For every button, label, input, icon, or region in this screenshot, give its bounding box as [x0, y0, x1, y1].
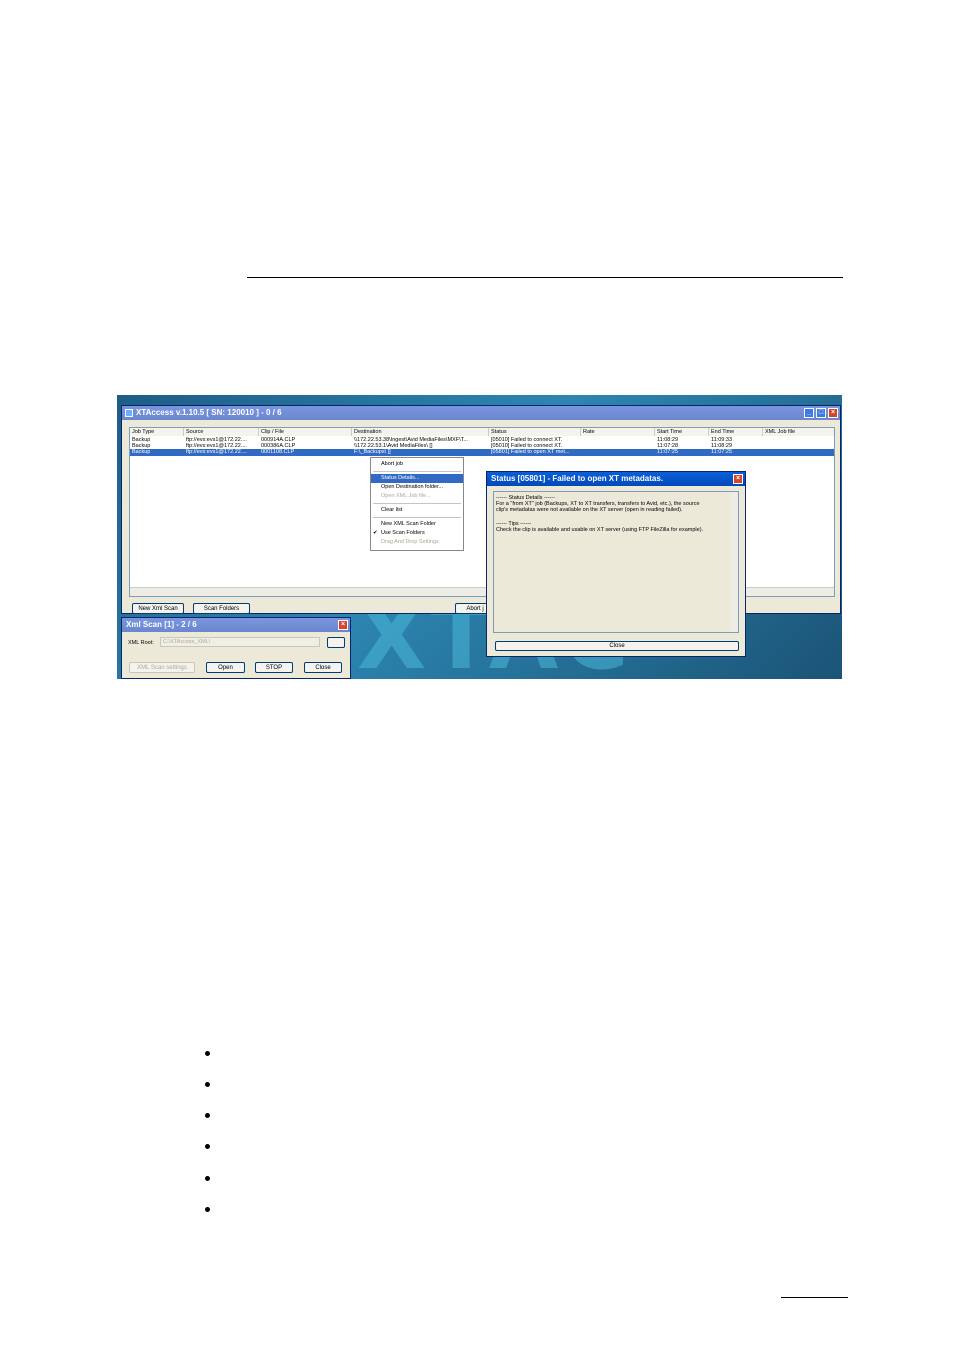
- maximize-icon[interactable]: □: [816, 408, 826, 418]
- menu-status-details[interactable]: Status Details...: [371, 474, 463, 483]
- row3-clip: 0001108.CLP: [261, 449, 295, 455]
- open-button[interactable]: Open: [206, 662, 245, 673]
- menu-open-destination[interactable]: Open Destination folder...: [371, 483, 463, 492]
- status-dialog-title: Status [05801] - Failed to open XT metad…: [491, 474, 664, 483]
- close-icon[interactable]: ×: [338, 620, 348, 630]
- status-close-button[interactable]: Close: [495, 641, 739, 651]
- col-clip[interactable]: Clip / File: [259, 428, 352, 436]
- status-line-3: clip's metadatas were not available on t…: [496, 507, 683, 513]
- bullet-1: [205, 1051, 210, 1056]
- xml-root-value: C:\XTAccess_XML\: [163, 639, 211, 645]
- col-status[interactable]: Status: [489, 428, 581, 436]
- menu-use-scan-folders[interactable]: ✔ Use Scan Folders: [371, 529, 463, 538]
- scan-folders-button[interactable]: Scan Folders: [193, 603, 250, 614]
- row3-end: 11:07:25: [711, 449, 733, 455]
- row3-source: ftp://evs:evs1@172.22....: [186, 449, 247, 455]
- bullet-3: [205, 1113, 210, 1118]
- screenshot: XTAC XTAccess v.1.10.5 [ SN: 120010 ] - …: [117, 395, 842, 679]
- new-xml-scan-button[interactable]: New Xml Scan: [132, 603, 184, 614]
- col-rate[interactable]: Rate: [581, 428, 655, 436]
- xml-root-label: XML Root:: [128, 640, 154, 646]
- status-line-5: Check the clip is available and usable o…: [496, 527, 704, 533]
- header-rule: [247, 277, 843, 278]
- col-destination[interactable]: Destination: [352, 428, 489, 436]
- stop-button[interactable]: STOP: [255, 662, 293, 673]
- xml-scan-close-button[interactable]: Close: [304, 662, 342, 673]
- menu-new-xml-scan-folder[interactable]: New XML Scan Folder: [371, 520, 463, 529]
- bullet-5: [205, 1176, 210, 1181]
- menu-open-xml-job[interactable]: Open XML Job file...: [371, 492, 463, 501]
- window-title: XTAccess v.1.10.5 [ SN: 120010 ] - 0 / 6: [136, 408, 282, 417]
- menu-clear-list[interactable]: Clear list: [371, 506, 463, 515]
- menu-drag-drop-settings[interactable]: Drag And Drop Settings: [371, 538, 463, 547]
- bullet-6: [205, 1207, 210, 1212]
- minimize-icon[interactable]: _: [804, 408, 814, 418]
- menu-separator: [373, 503, 461, 504]
- close-icon[interactable]: ×: [733, 474, 743, 484]
- bullet-4: [205, 1144, 210, 1149]
- status-dialog: Status [05801] - Failed to open XT metad…: [486, 471, 746, 657]
- close-icon[interactable]: ×: [828, 408, 838, 418]
- app-icon: [125, 409, 133, 417]
- check-icon: ✔: [373, 530, 378, 536]
- browse-button[interactable]: [327, 637, 345, 648]
- xml-scan-titlebar[interactable]: Xml Scan [1] - 2 / 6 ×: [122, 618, 350, 632]
- row3-type[interactable]: Backup: [132, 449, 150, 455]
- col-start-time[interactable]: Start Time: [655, 428, 709, 436]
- vertical-scrollbar[interactable]: [731, 492, 738, 632]
- xml-scan-title: Xml Scan [1] - 2 / 6: [126, 620, 197, 629]
- xml-scan-window: Xml Scan [1] - 2 / 6 × XML Root: C:\XTAc…: [121, 617, 351, 679]
- xml-scan-settings-button[interactable]: XML Scan settings: [129, 662, 195, 673]
- row3-start: 11:07:25: [657, 449, 679, 455]
- col-xml-job-file[interactable]: XML Job file: [763, 428, 834, 436]
- xml-root-field[interactable]: C:\XTAccess_XML\: [160, 637, 320, 647]
- bullet-2: [205, 1082, 210, 1087]
- status-dialog-titlebar[interactable]: Status [05801] - Failed to open XT metad…: [487, 472, 745, 486]
- col-job-type[interactable]: Job Type: [130, 428, 184, 436]
- menu-separator: [373, 517, 461, 518]
- col-end-time[interactable]: End Time: [709, 428, 763, 436]
- menu-abort-job[interactable]: Abort job: [371, 460, 463, 469]
- status-details-text[interactable]: ------ Status Details ------ For a "from…: [493, 491, 739, 633]
- context-menu: Abort job Status Details... Open Destina…: [370, 457, 464, 551]
- footer-rule: [781, 1297, 848, 1298]
- menu-use-scan-folders-label: Use Scan Folders: [381, 530, 425, 536]
- row3-destination: F:\_Backups\ []: [354, 449, 391, 455]
- menu-separator: [373, 471, 461, 472]
- row3-status: [05801] Failed to open XT met...: [491, 449, 570, 455]
- col-source[interactable]: Source: [184, 428, 259, 436]
- xtaccess-titlebar[interactable]: XTAccess v.1.10.5 [ SN: 120010 ] - 0 / 6…: [122, 406, 840, 420]
